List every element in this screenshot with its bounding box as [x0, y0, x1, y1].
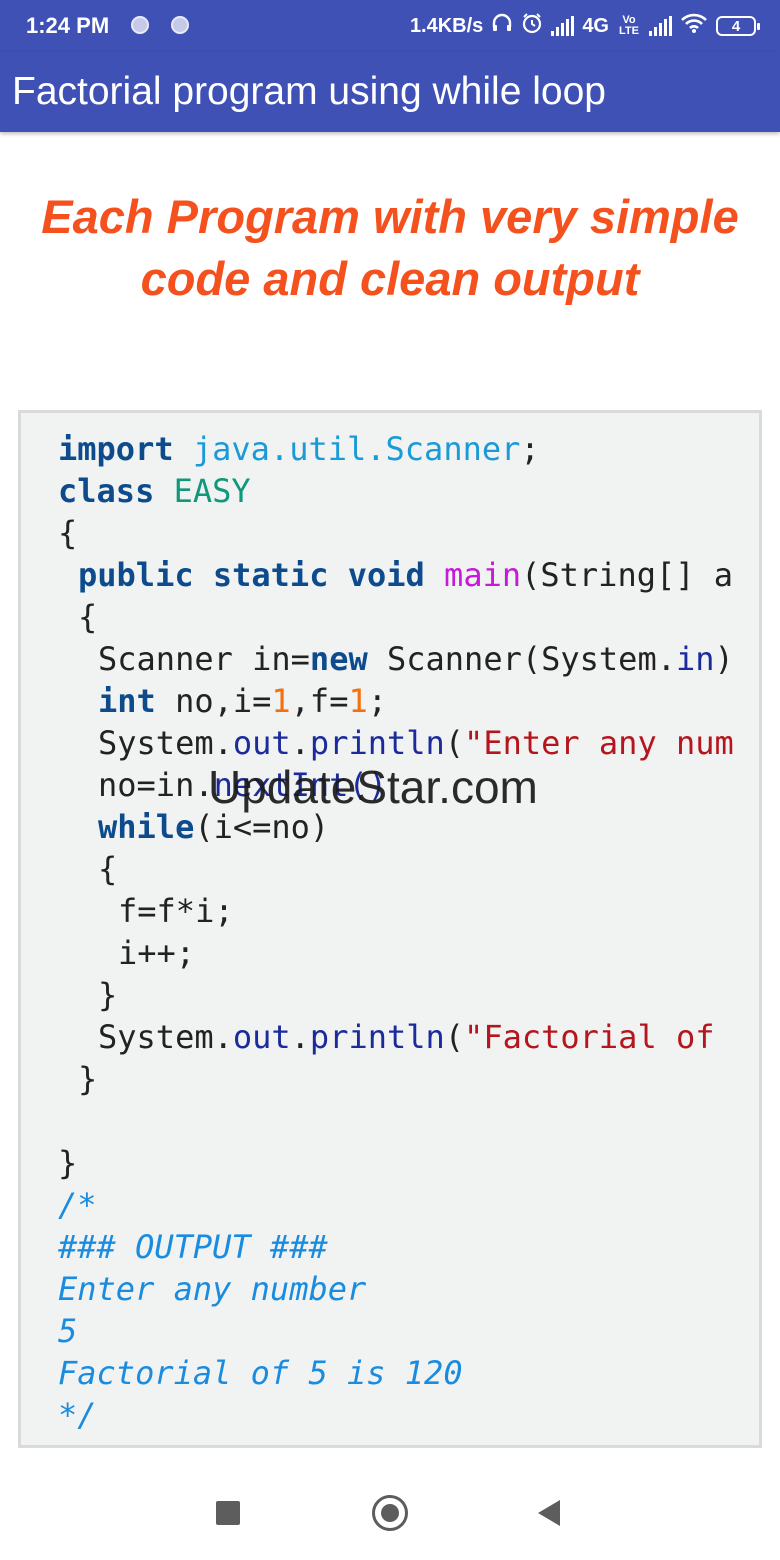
code-comment-line: 5	[58, 1312, 78, 1350]
volte-badge: Vo LTE	[619, 14, 639, 37]
tagline: Each Program with very simple code and c…	[0, 186, 780, 310]
wifi-icon	[680, 12, 708, 40]
code-line: int no,i=1,f=1;	[98, 680, 387, 722]
code-line: {	[98, 848, 117, 890]
code-line: {	[58, 512, 77, 554]
code-token: new	[309, 640, 368, 678]
code-token: i++;	[118, 934, 196, 972]
status-time: 1:24 PM	[26, 13, 110, 38]
code-comment-line: */	[58, 1396, 97, 1434]
tagline-line-1: Each Program with very simple	[41, 190, 739, 243]
code-token: ;	[520, 430, 540, 468]
code-token: ;	[367, 682, 387, 720]
code-token: (	[444, 724, 465, 762]
code-line: public static void main(String[] a	[78, 554, 733, 596]
code-token: )	[714, 640, 734, 678]
code-token: EASY	[173, 472, 251, 510]
code-comment-line: /*	[58, 1186, 97, 1224]
signal-strength-icon	[551, 16, 575, 36]
code-token: {	[78, 598, 98, 636]
watermark: UpdateStar.com	[208, 761, 538, 813]
code-line: }	[58, 1142, 77, 1184]
code-token: System.	[98, 724, 233, 762]
code-line: f=f*i;	[118, 890, 234, 932]
battery-level: 4	[731, 17, 741, 35]
status-indicators: 1.4KB/s 4G Vo LTE 4	[409, 10, 760, 42]
code-token: Scanner(System.	[367, 640, 676, 678]
app-title: Factorial program using while loop	[12, 70, 606, 113]
code-line: {	[78, 596, 97, 638]
code-token: no,i=	[155, 682, 272, 720]
code-token: println	[309, 724, 445, 762]
code-token: out	[232, 1018, 291, 1056]
code-line: }	[98, 974, 117, 1016]
network-type: 4G	[582, 14, 609, 37]
code-line: }	[78, 1058, 97, 1100]
navigation-bar	[0, 1460, 780, 1560]
code-token: println	[309, 1018, 445, 1056]
code-token: "Factorial of	[464, 1018, 715, 1056]
code-line: System.out.println("Enter any num	[98, 722, 734, 764]
status-bar: 1:24 PM 1.4KB/s 4G Vo LTE 4	[0, 0, 780, 52]
code-token: out	[232, 724, 291, 762]
code-token: while	[98, 808, 195, 846]
code-token: System.	[98, 1018, 233, 1056]
code-token: }	[58, 1144, 78, 1182]
code-comment-line: Enter any number	[58, 1270, 367, 1308]
code-token: }	[78, 1060, 98, 1098]
signal-strength-icon-2	[649, 16, 672, 36]
code-token: int	[98, 682, 156, 720]
code-token: {	[98, 850, 118, 888]
code-line: class EASY	[58, 470, 251, 512]
code-token: (	[444, 1018, 465, 1056]
app-bar: Factorial program using while loop	[0, 52, 780, 132]
code-token: Scanner in=	[98, 640, 310, 678]
code-token: (String[] a	[521, 556, 734, 594]
recent-apps-icon[interactable]	[216, 1501, 240, 1525]
code-token: {	[58, 514, 78, 552]
code-token: java.util.Scanner	[192, 430, 521, 468]
back-icon[interactable]	[538, 1500, 560, 1526]
code-token: }	[98, 976, 118, 1014]
code-line: System.out.println("Factorial of	[98, 1016, 715, 1058]
code-token: f=f*i;	[118, 892, 234, 930]
code-token: in	[675, 640, 715, 678]
code-token: no=in.	[98, 766, 214, 804]
tagline-line-2: code and clean output	[140, 252, 640, 305]
code-block[interactable]: import java.util.Scanner; class EASY { p…	[18, 410, 762, 1448]
code-token: main	[444, 556, 522, 594]
code-comment-line: ### OUTPUT ###	[58, 1228, 328, 1266]
code-line: Scanner in=new Scanner(System.in)	[98, 638, 734, 680]
alarm-icon	[521, 12, 543, 40]
network-speed: 1.4KB/s	[409, 14, 484, 37]
code-token: public static void	[78, 556, 425, 594]
battery-icon: 4	[716, 16, 760, 36]
headphones-icon	[491, 13, 513, 39]
code-token: 1	[348, 682, 368, 720]
code-token: .	[290, 724, 310, 762]
home-icon[interactable]	[372, 1495, 408, 1531]
code-token: import	[58, 430, 174, 468]
code-token: class	[58, 472, 155, 510]
code-comment-line: Factorial of 5 is 120	[58, 1354, 463, 1392]
code-token: "Enter any num	[464, 724, 734, 762]
code-token: 1	[271, 682, 291, 720]
notification-dot-icon	[131, 16, 149, 34]
code-line: i++;	[118, 932, 195, 974]
notification-dot-icon	[171, 16, 189, 34]
code-token: .	[290, 1018, 310, 1056]
code-line: import java.util.Scanner;	[58, 428, 540, 470]
code-token: ,f=	[290, 682, 349, 720]
